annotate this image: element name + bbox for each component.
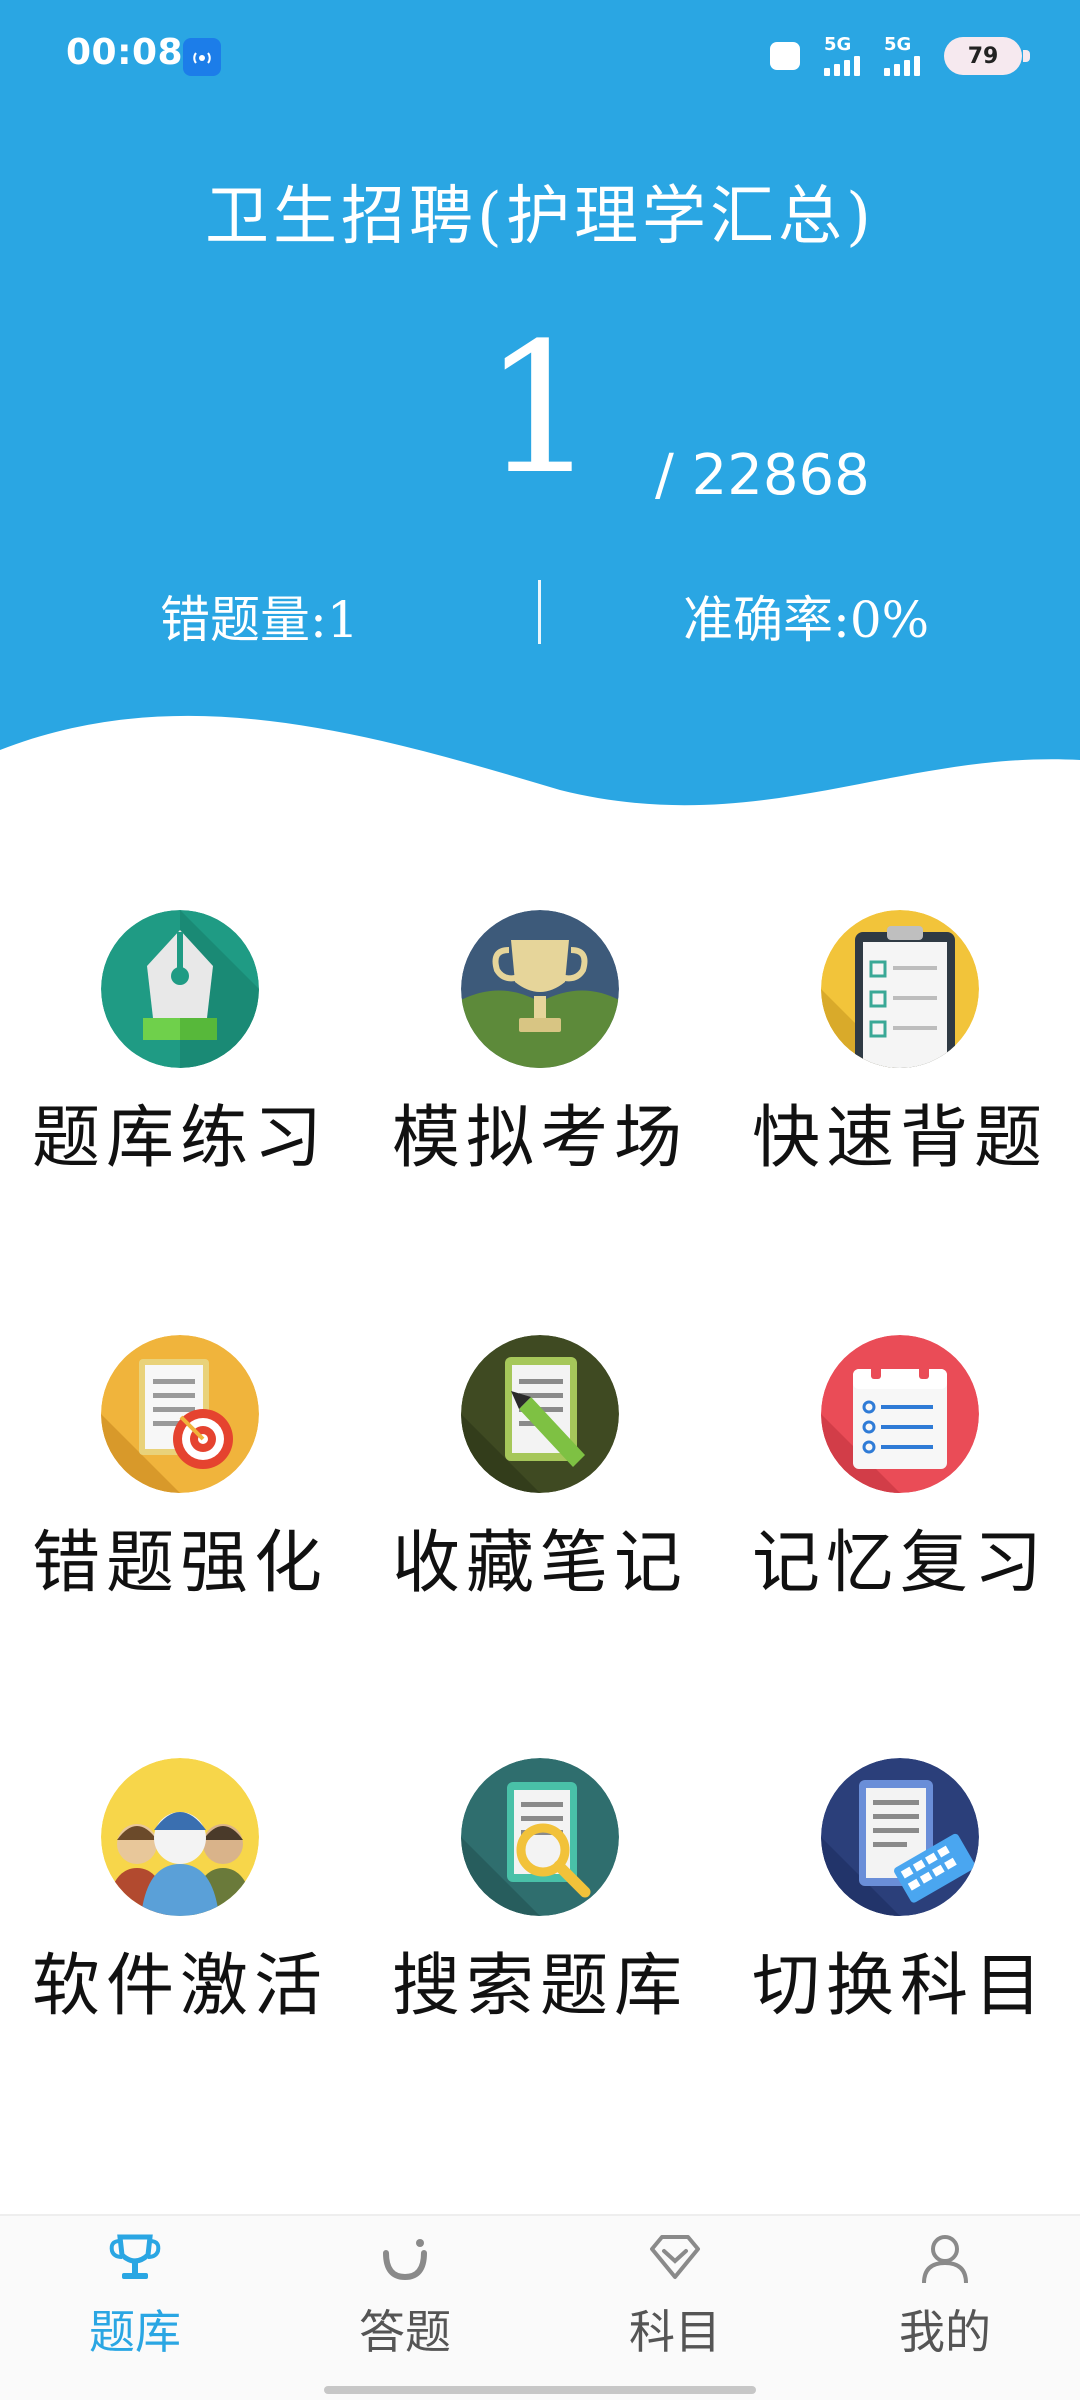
trophy-icon xyxy=(461,910,619,1068)
menu-label: 快速背题 xyxy=(751,1099,1048,1178)
menu-label: 收藏笔记 xyxy=(391,1524,688,1603)
menu-label: 切换科目 xyxy=(751,1947,1048,2026)
calendar-list-icon xyxy=(821,1335,979,1493)
wrong-count[interactable]: 错题量:1 xyxy=(160,580,359,652)
user-icon xyxy=(915,2230,975,2286)
notification-icon xyxy=(770,42,800,70)
document-keyboard-icon xyxy=(821,1758,979,1916)
nav-label: 我的 xyxy=(899,2305,991,2359)
signal-icon: 5G xyxy=(884,36,920,76)
menu-tile-switch-subject[interactable]: 切换科目 xyxy=(720,1758,1080,2058)
menu-tile-memory-review[interactable]: 记忆复习 xyxy=(720,1335,1080,1635)
status-time: 00:08 xyxy=(66,32,184,73)
header-wave xyxy=(0,715,1080,830)
menu-tile-mock-exam[interactable]: 模拟考场 xyxy=(360,910,720,1210)
home-indicator[interactable] xyxy=(324,2386,756,2394)
stats-row: 错题量:1 准确率:0% xyxy=(0,580,1080,650)
bottom-nav: 题库 答题 科目 我的 xyxy=(0,2214,1080,2400)
page-title: 卫生招聘(护理学汇总) xyxy=(205,180,875,254)
menu-label: 模拟考场 xyxy=(391,1099,688,1178)
accuracy-rate: 准确率:0% xyxy=(683,591,930,649)
nav-item-question-bank[interactable]: 题库 xyxy=(0,2230,270,2380)
menu-tile-favorites-notes[interactable]: 收藏笔记 xyxy=(360,1335,720,1635)
menu-tile-wrong-questions[interactable]: 错题强化 xyxy=(0,1335,360,1635)
menu-label: 软件激活 xyxy=(31,1947,328,2026)
menu-tile-activate-software[interactable]: 软件激活 xyxy=(0,1758,360,2058)
hotspot-icon xyxy=(183,38,221,76)
status-bar: 00:08 5G 5G 79 xyxy=(0,0,1080,110)
clipboard-checklist-icon xyxy=(821,910,979,1068)
menu-tile-practice[interactable]: 题库练习 xyxy=(0,910,360,1210)
nav-item-answer[interactable]: 答题 xyxy=(270,2230,540,2380)
nav-item-subject[interactable]: 科目 xyxy=(540,2230,810,2380)
nav-label: 答题 xyxy=(359,2305,451,2359)
pen-nib-icon xyxy=(101,910,259,1068)
trophy-icon xyxy=(105,2230,165,2286)
menu-label: 错题强化 xyxy=(31,1524,328,1603)
nav-label: 题库 xyxy=(89,2305,181,2359)
smile-icon xyxy=(375,2230,435,2286)
diamond-icon xyxy=(645,2230,705,2286)
menu-label: 题库练习 xyxy=(31,1099,328,1178)
nav-label: 科目 xyxy=(629,2305,721,2359)
notes-pencil-icon xyxy=(461,1335,619,1493)
menu-tile-search-bank[interactable]: 搜索题库 xyxy=(360,1758,720,2058)
total-questions: / 22868 xyxy=(655,443,870,508)
people-group-icon xyxy=(101,1758,259,1916)
nav-item-profile[interactable]: 我的 xyxy=(810,2230,1080,2380)
menu-tile-quick-memorize[interactable]: 快速背题 xyxy=(720,910,1080,1210)
current-question-number: 1 xyxy=(482,305,598,514)
document-search-icon xyxy=(461,1758,619,1916)
header-banner: 00:08 5G 5G 79 卫生招聘(护理学汇总) 1 / 22868 错题量… xyxy=(0,0,1080,830)
menu-label: 搜索题库 xyxy=(391,1947,688,2026)
battery-icon: 79 xyxy=(944,37,1030,75)
signal-icon: 5G xyxy=(824,36,860,76)
menu-label: 记忆复习 xyxy=(751,1524,1048,1603)
stats-divider xyxy=(538,580,541,644)
battery-level: 79 xyxy=(967,43,999,69)
document-target-icon xyxy=(101,1335,259,1493)
